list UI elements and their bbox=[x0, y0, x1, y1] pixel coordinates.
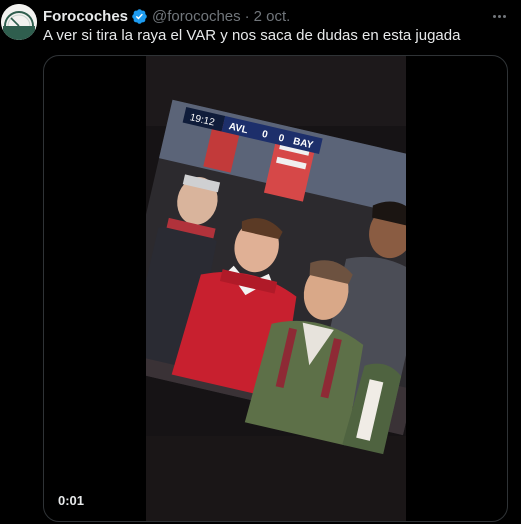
more-dots-icon bbox=[492, 14, 496, 18]
forocoches-gauge-logo-icon bbox=[1, 4, 37, 40]
more-options-button[interactable] bbox=[489, 6, 509, 26]
post-date[interactable]: 2 oct. bbox=[254, 8, 291, 25]
more-dots-icon bbox=[502, 14, 506, 18]
video-frame[interactable]: 19:12 AVL 0 0 BAY bbox=[146, 56, 406, 521]
video-elapsed-time: 0:01 bbox=[58, 493, 85, 508]
separator-dot: · bbox=[244, 7, 250, 25]
author-name[interactable]: Forocoches bbox=[43, 8, 128, 25]
tweet[interactable]: Forocoches @forocoches · 2 oct. A ver si… bbox=[0, 0, 521, 524]
tweet-text: A ver si tira la raya el VAR y nos saca … bbox=[43, 27, 461, 44]
tweet-header: Forocoches @forocoches · 2 oct. bbox=[43, 6, 290, 26]
avatar[interactable] bbox=[1, 4, 37, 40]
author-handle[interactable]: @forocoches bbox=[152, 8, 241, 25]
video-thumbnail: 19:12 AVL 0 0 BAY bbox=[146, 56, 406, 521]
verified-badge-icon bbox=[131, 8, 148, 25]
more-dots-icon bbox=[497, 14, 501, 18]
video-player[interactable]: 19:12 AVL 0 0 BAY 0:01 bbox=[43, 55, 508, 522]
